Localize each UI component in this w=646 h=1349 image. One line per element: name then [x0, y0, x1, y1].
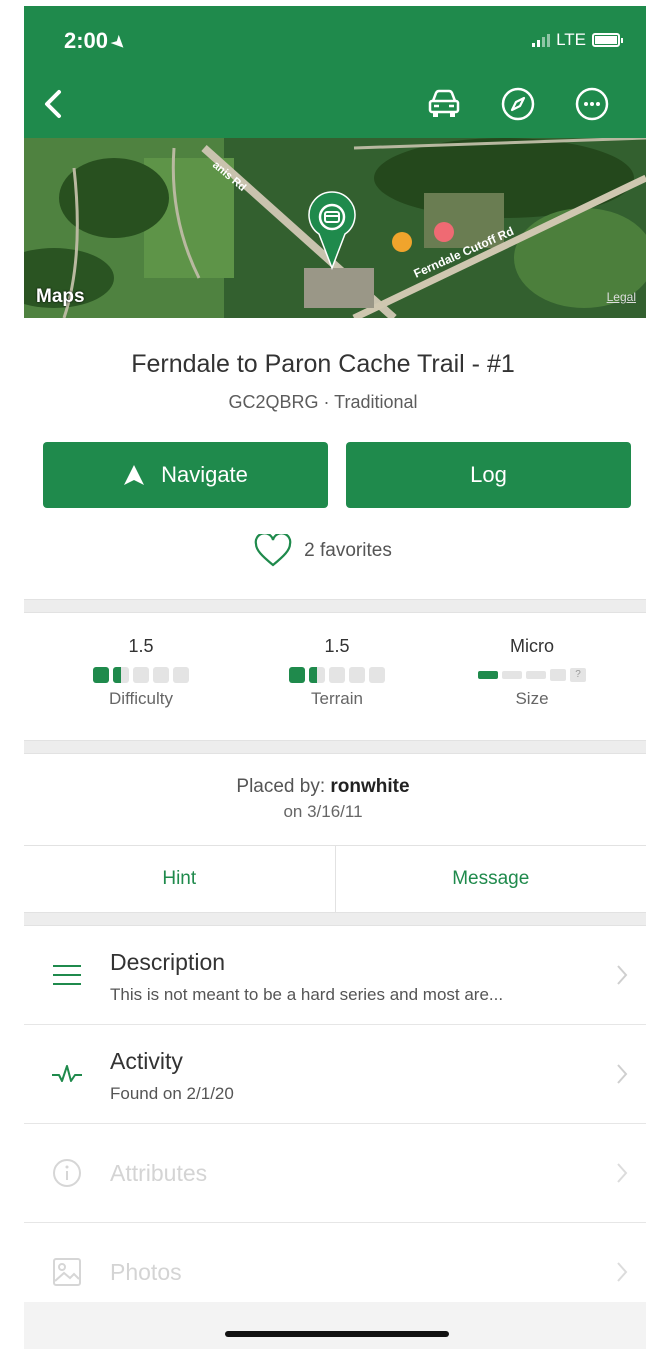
- terrain-stat: 1.5 Terrain: [247, 636, 427, 709]
- difficulty-label: Difficulty: [109, 689, 173, 708]
- placed-date: on 3/16/11: [283, 802, 363, 821]
- attributes-row[interactable]: Attributes: [24, 1124, 646, 1223]
- maps-attribution-text: Maps: [36, 286, 85, 307]
- rating-block: [133, 667, 149, 683]
- difficulty-stat: 1.5 Difficulty: [51, 636, 231, 709]
- map-view[interactable]: anis Rd Ferndale Cutoff Rd Maps Legal: [24, 138, 646, 318]
- cache-stats: 1.5 Difficulty 1.5 Terrain Micro ? Size: [24, 612, 646, 740]
- size-unknown-block: ?: [570, 668, 586, 682]
- rating-block: [153, 667, 169, 683]
- signal-icon: [532, 33, 551, 47]
- battery-icon: [592, 33, 623, 47]
- rating-block: [329, 667, 345, 683]
- activity-title: Activity: [110, 1048, 183, 1074]
- legal-link[interactable]: Legal: [607, 290, 636, 304]
- top-bar: 2:00➤ LTE: [24, 6, 646, 138]
- cache-marker-icon: [308, 191, 356, 271]
- hint-button[interactable]: Hint: [24, 846, 335, 912]
- heart-icon: [254, 534, 292, 567]
- compass-icon: [501, 87, 535, 121]
- cache-title: Ferndale to Paron Cache Trail - #1: [131, 350, 515, 378]
- status-indicators: LTE: [532, 30, 623, 50]
- cache-pin[interactable]: [307, 190, 357, 271]
- owner-name: ronwhite: [330, 776, 410, 797]
- placed-by-prefix: Placed by:: [236, 776, 331, 797]
- terrain-label: Terrain: [311, 689, 363, 708]
- photos-title: Photos: [110, 1259, 182, 1285]
- description-preview: This is not meant to be a hard series an…: [110, 985, 504, 1004]
- maps-attribution: Maps: [36, 286, 85, 308]
- chevron-right-icon: [617, 1064, 628, 1084]
- home-indicator[interactable]: [225, 1331, 449, 1337]
- size-block: [550, 669, 566, 681]
- description-title: Description: [110, 949, 226, 975]
- navigate-button[interactable]: Navigate: [43, 442, 328, 508]
- size-block: [526, 671, 546, 679]
- activity-row[interactable]: Activity Found on 2/1/20: [24, 1025, 646, 1124]
- section-divider: [24, 599, 646, 613]
- compass-button[interactable]: [500, 86, 536, 122]
- section-divider: [24, 740, 646, 754]
- attributes-title: Attributes: [110, 1160, 208, 1186]
- chevron-right-icon: [617, 1163, 628, 1183]
- message-button[interactable]: Message: [334, 846, 646, 912]
- size-block: [478, 671, 498, 679]
- rating-block: [309, 667, 325, 683]
- rating-block: [349, 667, 365, 683]
- terrain-rating: [247, 667, 427, 683]
- size-rating: ?: [442, 667, 622, 683]
- difficulty-value: 1.5: [128, 636, 154, 656]
- car-button[interactable]: [426, 86, 462, 122]
- status-time: 2:00➤: [64, 28, 129, 54]
- photo-icon: [50, 1257, 84, 1287]
- chevron-right-icon: [617, 965, 628, 985]
- more-button[interactable]: [574, 86, 610, 122]
- network-label: LTE: [556, 30, 586, 49]
- bottom-bar: [24, 1302, 646, 1349]
- location-arrow-icon: ➤: [107, 32, 130, 55]
- activity-pulse-icon: [50, 1059, 84, 1089]
- size-label: Size: [515, 689, 549, 708]
- chevron-left-icon: [45, 90, 61, 118]
- list-lines-icon: [50, 960, 84, 990]
- section-divider: [24, 912, 646, 926]
- cache-subtitle: GC2QBRG · Traditional: [228, 392, 418, 412]
- size-stat: Micro ? Size: [442, 636, 622, 709]
- size-block: [502, 671, 522, 679]
- favorites-count: 2 favorites: [304, 540, 392, 561]
- activity-status: Found on 2/1/20: [110, 1084, 234, 1103]
- rating-block: [113, 667, 129, 683]
- status-time-text: 2:00: [64, 28, 109, 53]
- back-button[interactable]: [38, 84, 68, 124]
- info-icon: [50, 1158, 84, 1188]
- rating-block: [93, 667, 109, 683]
- favorites[interactable]: 2 favorites: [0, 534, 646, 568]
- rating-block: [289, 667, 305, 683]
- action-tabs: Hint Message: [24, 845, 646, 912]
- rating-block: [369, 667, 385, 683]
- log-button-label: Log: [470, 462, 507, 487]
- more-icon: [575, 87, 609, 121]
- terrain-value: 1.5: [324, 636, 350, 656]
- navigate-button-label: Navigate: [161, 462, 248, 487]
- header-actions: [426, 86, 610, 122]
- chevron-right-icon: [617, 1262, 628, 1282]
- car-icon: [428, 89, 460, 117]
- rating-block: [173, 667, 189, 683]
- placed-by: Placed by: ronwhite: [0, 776, 646, 798]
- size-value: Micro: [510, 636, 554, 656]
- description-row[interactable]: Description This is not meant to be a ha…: [24, 926, 646, 1025]
- log-button[interactable]: Log: [346, 442, 631, 508]
- difficulty-rating: [51, 667, 231, 683]
- navigation-arrow-icon: [124, 465, 145, 485]
